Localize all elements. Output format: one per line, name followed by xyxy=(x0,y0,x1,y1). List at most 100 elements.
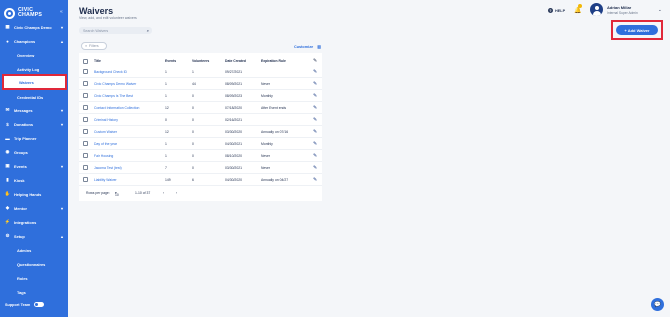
table-row[interactable]: Day of the year 1 0 04/30/2021 Monthly ✎ xyxy=(79,138,322,150)
edit-icon[interactable]: ✎ xyxy=(313,129,317,135)
edit-icon[interactable]: ✎ xyxy=(313,177,317,183)
table-row[interactable]: Background Check ID 1 1 09/27/2021 ✎ xyxy=(79,66,322,78)
chevron-down-icon: ▾ xyxy=(60,24,63,30)
sidebar-item-label: Messages xyxy=(14,107,33,113)
row-checkbox[interactable] xyxy=(83,69,88,74)
edit-icon[interactable]: ✎ xyxy=(313,69,317,75)
sidebar-item-mentor[interactable]: ◆ Mentor ▾ xyxy=(0,202,68,214)
calendar-icon: ▣ xyxy=(5,163,10,168)
sidebar-item-messages[interactable]: ✉ Messages ▾ xyxy=(0,104,68,116)
prev-page-icon[interactable]: ‹ xyxy=(163,191,164,195)
sidebar-item-champions[interactable]: ● Champions ▴ xyxy=(0,35,68,47)
collapse-sidebar-icon[interactable]: « xyxy=(60,9,63,15)
sidebar-item-setup[interactable]: ⚙ Setup ▴ xyxy=(0,230,68,242)
column-events[interactable]: Events xyxy=(165,59,176,63)
cell-events: 1 xyxy=(165,154,167,158)
sidebar-item-roles[interactable]: Roles xyxy=(0,272,68,284)
row-checkbox[interactable] xyxy=(83,177,88,182)
cell-volunteers: 1 xyxy=(192,70,194,74)
sidebar-item-label: Champions xyxy=(14,38,36,44)
sidebar-item-integrations[interactable]: ⚡ Integrations xyxy=(0,216,68,228)
next-page-icon[interactable]: › xyxy=(176,191,177,195)
sidebar-item-helping-hands[interactable]: ✋ Helping Hands xyxy=(0,188,68,200)
sidebar-item-org[interactable]: ▦ Civic Champs Demo ▾ xyxy=(0,21,68,33)
select-all-checkbox[interactable] xyxy=(83,59,88,64)
row-checkbox[interactable] xyxy=(83,141,88,146)
sidebar-item-waivers[interactable]: Waivers xyxy=(2,74,67,90)
cell-events: 7 xyxy=(165,166,167,170)
bell-icon[interactable]: 🔔 xyxy=(574,7,581,14)
row-checkbox[interactable] xyxy=(83,105,88,110)
rows-per-page-select[interactable]: 10 ▾ xyxy=(115,191,119,197)
sidebar-item-credential-ids[interactable]: Credential IDs xyxy=(0,91,68,103)
table-row[interactable]: Civic Champs Is The Best 1 0 08/09/2023 Mont… xyxy=(79,90,322,102)
cell-expiration-rule: Monthly xyxy=(261,142,273,146)
sidebar-item-label: Helping Hands xyxy=(14,191,42,197)
sidebar-item-admins[interactable]: Admins xyxy=(0,244,68,256)
search-input[interactable]: Search Waivers ⌕ xyxy=(79,27,152,34)
row-checkbox[interactable] xyxy=(83,129,88,134)
cell-events: 1 xyxy=(165,70,167,74)
cell-expiration-rule: Never xyxy=(261,82,271,86)
sidebar-item-donations[interactable]: $ Donations ▾ xyxy=(0,118,68,130)
edit-icon[interactable]: ✎ xyxy=(313,117,317,123)
edit-icon[interactable]: ✎ xyxy=(313,153,317,159)
row-checkbox[interactable] xyxy=(83,165,88,170)
help-button[interactable]: ? HELP xyxy=(548,8,565,13)
table-header: Title Events Volunteers Date Created Exp… xyxy=(79,56,322,65)
edit-icon[interactable]: ✎ xyxy=(313,93,317,99)
sidebar-item-groups[interactable]: ◉ Groups xyxy=(0,146,68,158)
group-icon: ◉ xyxy=(5,149,10,154)
cell-events: 1 xyxy=(165,82,167,86)
column-title[interactable]: Title xyxy=(94,59,101,63)
add-waiver-button[interactable]: + Add Waiver xyxy=(616,25,658,35)
table-row[interactable]: Contact Information Collection 12 0 07/18/2… xyxy=(79,102,322,114)
cell-title[interactable]: Day of the year xyxy=(94,142,117,146)
row-checkbox[interactable] xyxy=(83,81,88,86)
column-date-created[interactable]: Date Created xyxy=(225,59,246,63)
chat-icon[interactable]: 💬 xyxy=(651,298,664,311)
filters-button[interactable]: ≡ Filters xyxy=(81,42,107,50)
row-checkbox[interactable] xyxy=(83,153,88,158)
sidebar-item-overview[interactable]: Overview xyxy=(0,49,68,61)
table-row[interactable]: Criminal History 0 0 02/16/2021 ✎ xyxy=(79,114,322,126)
civic-champs-logo[interactable]: CIVIC CHAMPS xyxy=(4,5,62,21)
row-checkbox[interactable] xyxy=(83,117,88,122)
table-row[interactable]: Jacoma Test (test) 7 0 03/30/2021 Never ✎ xyxy=(79,162,322,174)
cell-title[interactable]: Criminal History xyxy=(94,118,118,122)
table-row[interactable]: Liability Waiver 149 6 04/30/2020 Annually o… xyxy=(79,174,322,186)
cell-title[interactable]: Civic Champs Demo Waiver xyxy=(94,82,136,86)
cell-volunteers: 44 xyxy=(192,82,196,86)
avatar[interactable] xyxy=(590,3,603,16)
sidebar-item-label: Setup xyxy=(14,233,25,239)
cell-title[interactable]: Civic Champs Is The Best xyxy=(94,94,133,98)
customize-button[interactable]: Customize ▥ xyxy=(294,44,321,49)
cell-title[interactable]: Jacoma Test (test) xyxy=(94,166,122,170)
edit-icon[interactable]: ✎ xyxy=(313,165,317,171)
sidebar-item-label: Waivers xyxy=(19,79,34,85)
sidebar-item-kiosk[interactable]: ▮ Kiosk xyxy=(0,174,68,186)
column-volunteers[interactable]: Volunteers xyxy=(192,59,209,63)
cell-date-created: 04/30/2020 xyxy=(225,178,242,182)
edit-icon[interactable]: ✎ xyxy=(313,105,317,111)
sidebar-item-questionnaires[interactable]: Questionnaires xyxy=(0,258,68,270)
cell-title[interactable]: Fair Housing xyxy=(94,154,113,158)
cell-title[interactable]: Background Check ID xyxy=(94,70,127,74)
search-icon: ⌕ xyxy=(146,28,149,33)
table-row[interactable]: Custom Waiver 12 0 03/30/2020 Annually on 07… xyxy=(79,126,322,138)
sidebar-item-trip-planner[interactable]: ▬ Trip Planner xyxy=(0,132,68,144)
sidebar-item-events[interactable]: ▣ Events ▾ xyxy=(0,160,68,172)
table-row[interactable]: Civic Champs Demo Waiver 1 44 08/09/2021 Nev… xyxy=(79,78,322,90)
chevron-down-icon[interactable]: ⌄ xyxy=(658,7,662,13)
support-team-toggle[interactable] xyxy=(34,302,45,307)
row-checkbox[interactable] xyxy=(83,93,88,98)
cell-title[interactable]: Liability Waiver xyxy=(94,178,117,182)
edit-icon[interactable]: ✎ xyxy=(313,81,317,87)
column-expiration-rule[interactable]: Expiration Rule xyxy=(261,59,286,63)
sidebar-item-tags[interactable]: Tags xyxy=(0,286,68,298)
edit-icon[interactable]: ✎ xyxy=(313,141,317,147)
cell-title[interactable]: Contact Information Collection xyxy=(94,106,139,110)
table-row[interactable]: Fair Housing 1 0 08/10/2020 Never ✎ xyxy=(79,150,322,162)
dollar-icon: $ xyxy=(6,121,9,127)
cell-title[interactable]: Custom Waiver xyxy=(94,130,117,134)
